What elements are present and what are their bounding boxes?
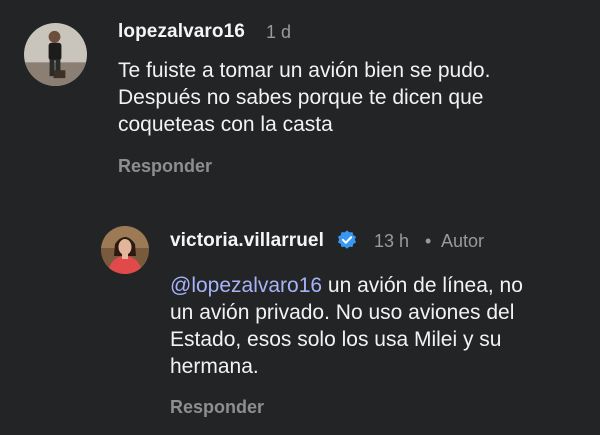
comment-text-line: Después no sabes porque te dicen que [118, 86, 484, 109]
verified-badge-icon [336, 229, 358, 251]
comments-thread: lopezalvaro16 1 d Te fuiste a tomar un a… [0, 0, 600, 435]
comment-text: Te fuiste a tomar un avión bien se pudo.… [118, 57, 490, 138]
comment-timestamp: 1 d [266, 22, 292, 42]
avatar-image [24, 23, 87, 86]
reply-username[interactable]: victoria.villarruel [170, 230, 324, 252]
reply-text: @lopezalvaro16 un avión de línea, no un … [170, 272, 523, 380]
avatar-victoria-villarruel[interactable] [101, 226, 149, 274]
comment-text-line: coqueteas con la casta [118, 113, 333, 136]
meta-separator: • [425, 231, 432, 251]
reply-text-segment: un avión de línea, no [322, 274, 523, 297]
reply-timestamp: 13 h [374, 231, 410, 251]
reply-text-line: Estado, esos solo los usa Milei y su [170, 328, 502, 351]
reply-text-line: un avión privado. No uso aviones del [170, 301, 515, 324]
author-badge: Autor [441, 231, 485, 251]
reply-text-line: @lopezalvaro16 un avión de línea, no [170, 272, 523, 299]
reply-button[interactable]: Responder [170, 397, 264, 418]
avatar-image [101, 226, 149, 274]
reply-text-line: hermana. [170, 355, 259, 378]
avatar-lopezalvaro16[interactable] [24, 23, 87, 86]
comment-text-line: Te fuiste a tomar un avión bien se pudo. [118, 59, 491, 82]
mention-link[interactable]: @lopezalvaro16 [170, 274, 322, 297]
reply-button[interactable]: Responder [118, 156, 212, 177]
comment-username[interactable]: lopezalvaro16 [118, 21, 245, 43]
